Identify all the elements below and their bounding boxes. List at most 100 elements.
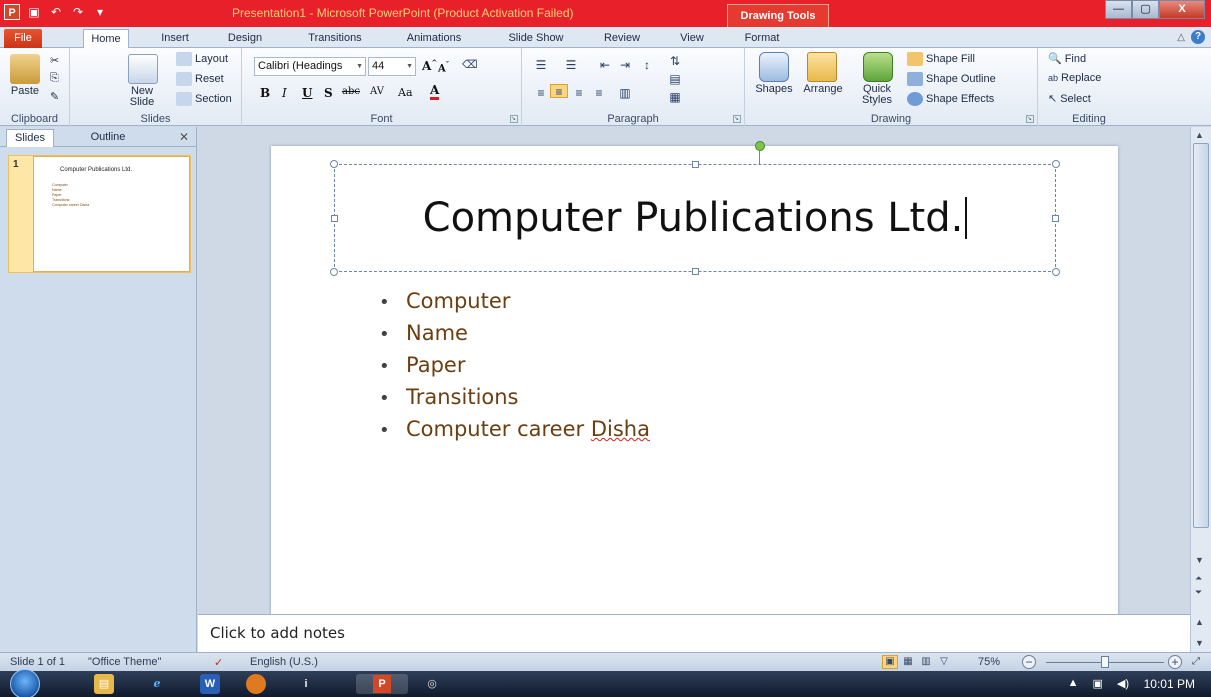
show-hidden-icons-icon[interactable]: ▲ xyxy=(1068,677,1079,690)
notes-scroll-down-icon[interactable]: ▼ xyxy=(1195,638,1204,648)
tab-view[interactable]: View xyxy=(672,29,712,48)
tab-review[interactable]: Review xyxy=(597,29,647,48)
shapes-button[interactable]: Shapes xyxy=(749,84,799,95)
layout-button[interactable]: Layout xyxy=(176,52,228,66)
slide-sorter-icon[interactable]: ▦ xyxy=(900,655,916,669)
grow-font-icon[interactable]: A^ xyxy=(422,58,437,73)
word-icon[interactable]: W xyxy=(200,674,220,694)
paragraph-dialog-launcher-icon[interactable]: ↘ xyxy=(733,115,741,123)
slide-thumbnail-selected[interactable]: 1 Computer Publications Ltd. Computer Na… xyxy=(8,155,191,273)
reset-button[interactable]: Reset xyxy=(176,72,224,86)
character-spacing-icon[interactable]: AV xyxy=(370,86,384,97)
close-button[interactable]: X xyxy=(1159,0,1205,19)
quick-styles-icon[interactable] xyxy=(863,52,893,82)
align-center-icon[interactable]: ≡ xyxy=(550,84,568,99)
zoom-out-icon[interactable]: − xyxy=(1022,655,1036,669)
reading-view-icon[interactable]: ▥ xyxy=(918,655,934,669)
decrease-indent-icon[interactable]: ⇤ xyxy=(596,58,614,72)
font-family-select[interactable]: Calibri (Headings ▼ xyxy=(254,57,366,76)
tab-file[interactable]: File xyxy=(4,29,42,48)
resize-handle-tr[interactable] xyxy=(1052,160,1060,168)
scroll-up-icon[interactable]: ▲ xyxy=(1195,130,1204,140)
new-slide-icon[interactable] xyxy=(128,54,158,84)
next-slide-icon[interactable]: ⏷ xyxy=(1195,587,1202,598)
resize-handle-bl[interactable] xyxy=(330,268,338,276)
line-spacing-icon[interactable]: ↕ xyxy=(638,58,656,72)
redo-icon[interactable]: ↷ xyxy=(70,4,86,20)
format-painter-icon[interactable]: ✎ xyxy=(50,90,59,103)
bullet-item[interactable]: Name xyxy=(379,318,650,350)
slide-canvas[interactable]: Computer Publications Ltd. Computer Name… xyxy=(271,141,1118,614)
minimize-button[interactable]: — xyxy=(1105,0,1132,19)
theme-name[interactable]: "Office Theme" xyxy=(88,656,161,668)
powerpoint-taskbar-button[interactable]: P xyxy=(356,674,408,694)
tab-outline[interactable]: Outline xyxy=(80,129,136,147)
slide-show-icon[interactable]: ▽ xyxy=(936,655,952,669)
bullets-icon[interactable]: ☰ xyxy=(532,58,550,72)
start-button-icon[interactable] xyxy=(10,669,40,697)
undo-icon[interactable]: ↶ xyxy=(48,4,64,20)
font-size-select[interactable]: 44 ▼ xyxy=(368,57,416,76)
tab-slides[interactable]: Slides xyxy=(6,129,54,147)
tab-design[interactable]: Design xyxy=(222,29,268,48)
internet-explorer-icon[interactable]: e xyxy=(147,674,167,694)
slide-thumbnail[interactable]: Computer Publications Ltd. Computer Name… xyxy=(33,156,190,272)
notes-scroll-up-icon[interactable]: ▲ xyxy=(1195,617,1204,627)
volume-icon[interactable]: ◀) xyxy=(1117,677,1129,690)
scrollbar-thumb[interactable] xyxy=(1193,143,1209,528)
resize-handle-tc[interactable] xyxy=(692,161,699,168)
bullet-item[interactable]: Computer career Disha xyxy=(379,414,650,446)
bullet-item[interactable]: Transitions xyxy=(379,382,650,414)
align-text-icon[interactable]: ▤ xyxy=(666,72,684,86)
align-left-icon[interactable]: ≡ xyxy=(532,86,550,100)
drawing-dialog-launcher-icon[interactable]: ↘ xyxy=(1026,115,1034,123)
numbering-icon[interactable]: ☰ xyxy=(562,58,580,72)
notes-placeholder[interactable]: Click to add notes xyxy=(210,624,345,642)
arrange-icon[interactable] xyxy=(807,52,837,82)
tab-animations[interactable]: Animations xyxy=(394,29,474,48)
customize-qat-icon[interactable]: ▾ xyxy=(92,4,108,20)
vertical-scrollbar[interactable]: ▲ ▼ ⏶ ⏷ xyxy=(1190,127,1211,614)
copy-icon[interactable]: ⎘ xyxy=(50,72,59,85)
shape-outline-button[interactable]: Shape Outline xyxy=(907,72,996,86)
shape-effects-button[interactable]: Shape Effects xyxy=(907,92,994,106)
content-placeholder[interactable]: Computer Name Paper Transitions Computer… xyxy=(379,286,650,446)
text-shadow-icon[interactable]: S xyxy=(324,86,333,100)
notes-pane[interactable]: Click to add notes xyxy=(198,614,1190,652)
zoom-slider-knob[interactable] xyxy=(1101,656,1109,668)
misspelled-word[interactable]: Disha xyxy=(591,417,650,441)
new-slide-button[interactable]: New Slide xyxy=(114,86,170,108)
change-case-icon[interactable]: Aa xyxy=(398,86,413,99)
replace-button[interactable]: ab Replace xyxy=(1048,72,1101,84)
title-placeholder[interactable]: Computer Publications Ltd. xyxy=(330,141,1060,276)
shape-fill-button[interactable]: Shape Fill xyxy=(907,52,975,66)
slide-title[interactable]: Computer Publications Ltd. xyxy=(335,195,1055,241)
bullet-item[interactable]: Computer xyxy=(379,286,650,318)
close-pane-icon[interactable]: ✕ xyxy=(179,130,189,144)
rotate-handle[interactable] xyxy=(755,141,765,151)
help-icon[interactable]: ? xyxy=(1191,30,1205,44)
paint-icon[interactable]: ◎ xyxy=(410,674,454,694)
minimize-ribbon-icon[interactable]: △ xyxy=(1177,32,1185,43)
increase-indent-icon[interactable]: ⇥ xyxy=(616,58,634,72)
paste-icon[interactable] xyxy=(10,54,40,84)
resize-handle-bc[interactable] xyxy=(692,268,699,275)
cut-icon[interactable]: ✂ xyxy=(50,54,59,67)
italic-icon[interactable]: I xyxy=(282,86,287,100)
shrink-font-icon[interactable]: Aˇ xyxy=(438,60,449,74)
fit-to-window-icon[interactable]: ⤢ xyxy=(1188,655,1204,669)
justify-icon[interactable]: ≡ xyxy=(590,86,608,100)
bullet-item[interactable]: Paper xyxy=(379,350,650,382)
paste-button[interactable]: Paste xyxy=(4,86,46,97)
font-dialog-launcher-icon[interactable]: ↘ xyxy=(510,115,518,123)
tab-slide-show[interactable]: Slide Show xyxy=(497,29,575,48)
spell-check-icon[interactable]: ✓ xyxy=(214,656,223,669)
underline-icon[interactable]: U xyxy=(302,86,312,100)
font-color-icon[interactable]: A xyxy=(430,84,440,100)
resize-handle-tl[interactable] xyxy=(330,160,338,168)
tab-transitions[interactable]: Transitions xyxy=(296,29,374,48)
explorer-icon[interactable]: ▤ xyxy=(94,674,114,694)
tab-home[interactable]: Home xyxy=(83,29,129,48)
zoom-in-icon[interactable]: + xyxy=(1168,655,1182,669)
app-icon[interactable]: i xyxy=(296,674,316,694)
